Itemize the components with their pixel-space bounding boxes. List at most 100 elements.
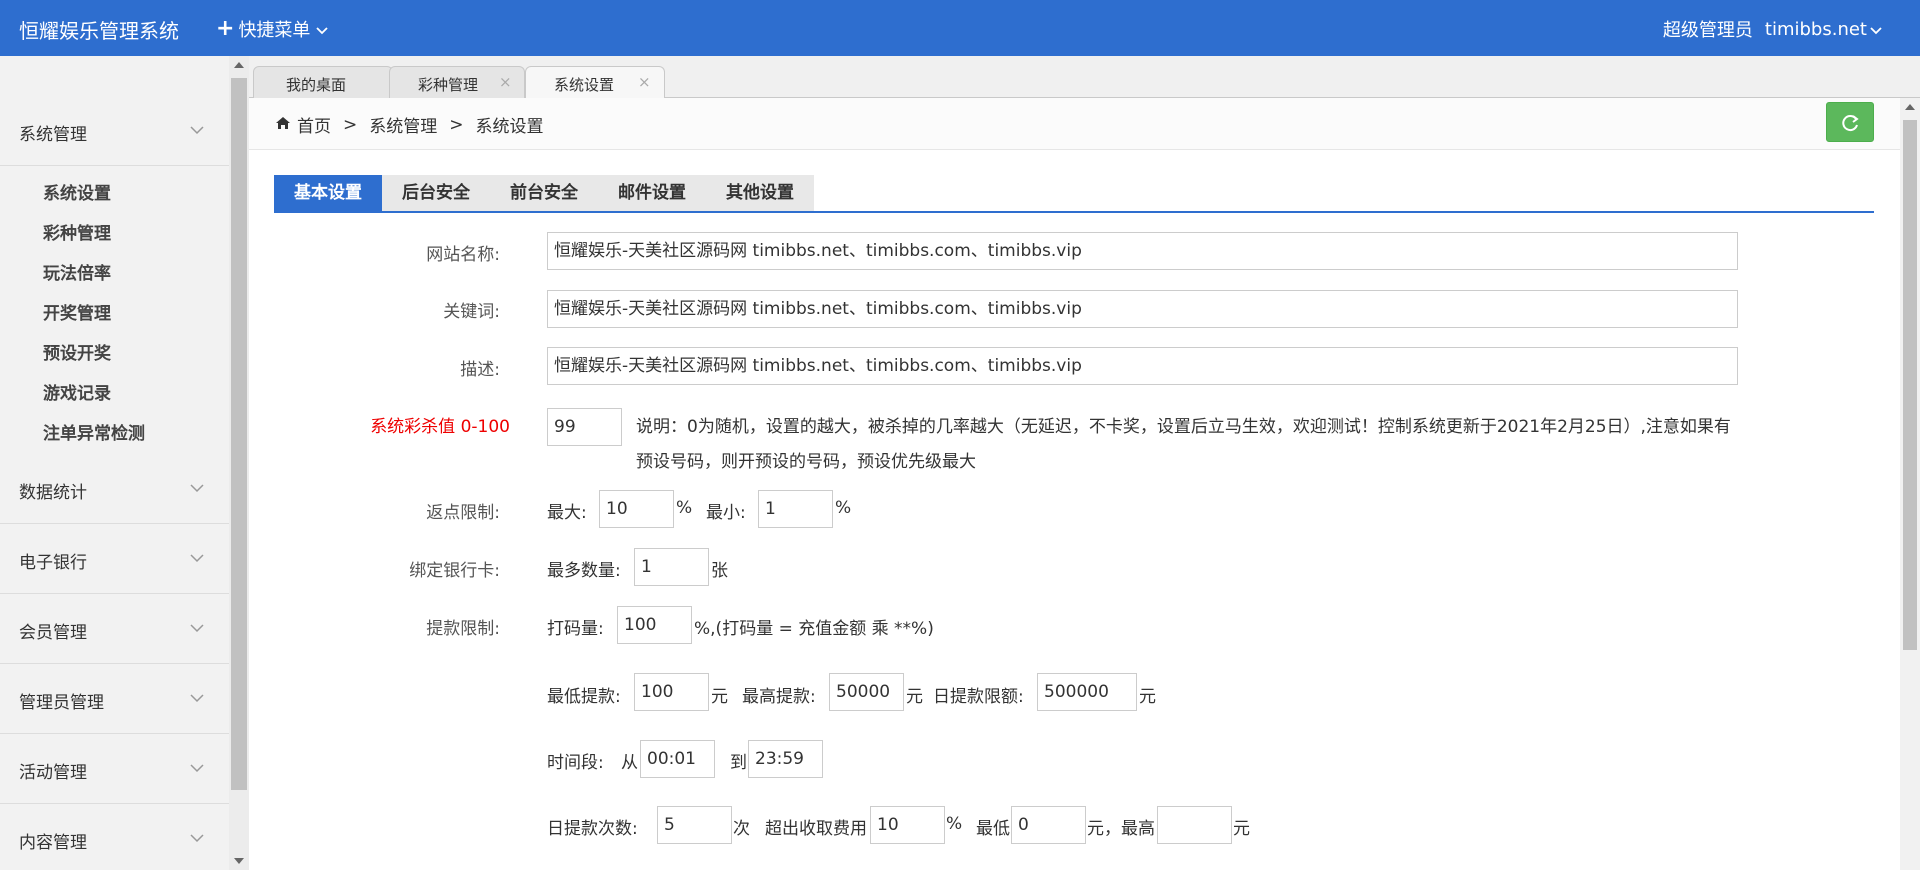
sidebar-group-label: 电子银行 [19,553,87,573]
fee-min-label: 最低 [976,819,1010,839]
tab-frontend-security[interactable]: 前台安全 [490,175,598,211]
scroll-down-icon[interactable] [234,858,244,864]
sidebar-group-ebank[interactable]: 电子银行 [0,524,229,594]
kill-rate-label: 系统彩杀值 0-100 [370,417,510,437]
main-scrollbar[interactable] [1900,98,1920,870]
bank-card-max-label: 最多数量: [547,561,621,581]
quick-menu-label: 快捷菜单 [238,20,311,41]
bank-card-max-input[interactable]: 1 [634,548,709,586]
sidebar-group-label: 系统管理 [19,125,87,145]
time-to-input[interactable]: 23:59 [748,740,823,778]
user-name: timibbs.net [1764,18,1867,40]
sidebar-item-bet-anomaly[interactable]: 注单异常检测 [43,419,145,444]
tab-lottery-management[interactable]: 彩种管理 × [389,66,525,99]
sidebar-item-preset-draw[interactable]: 预设开奖 [43,339,111,364]
daily-limit-input[interactable]: 500000 [1037,673,1137,711]
excess-fee-unit: % [946,814,963,834]
top-header: 恒耀娱乐管理系统 + 快捷菜单 超级管理员 timibbs.net [0,0,1920,56]
keywords-input[interactable]: 恒耀娱乐-天美社区源码网 timibbs.net、timibbs.com、tim… [547,290,1738,328]
rebate-max-label: 最大: [547,503,587,523]
app-title: 恒耀娱乐管理系统 [19,19,179,43]
chevron-down-icon [316,19,329,40]
sidebar-group-activities[interactable]: 活动管理 [0,734,229,804]
fee-max-unit: 元 [1233,819,1250,839]
sidebar-item-draw-management[interactable]: 开奖管理 [43,299,111,324]
time-from-label: 从 [621,753,638,773]
rebate-max-input[interactable]: 10 [599,490,674,528]
site-name-label: 网站名称: [426,245,500,265]
site-name-input[interactable]: 恒耀娱乐-天美社区源码网 timibbs.net、timibbs.com、tim… [547,232,1738,270]
rebate-min-input[interactable]: 1 [758,490,833,528]
time-from-input[interactable]: 00:01 [640,740,715,778]
excess-fee-label: 超出收取费用 [765,819,867,839]
tab-bar: 我的桌面 彩种管理 × 系统设置 × [249,56,1920,100]
tab-label: 彩种管理 [418,76,479,94]
tab-label: 系统设置 [554,76,615,94]
sidebar-group-label: 会员管理 [19,623,87,643]
daily-times-input[interactable]: 5 [657,806,732,844]
close-icon[interactable]: × [499,73,512,91]
tab-basic-settings[interactable]: 基本设置 [274,175,382,211]
min-withdraw-input[interactable]: 100 [634,673,709,711]
fee-min-input[interactable]: 0 [1011,806,1086,844]
bet-volume-note: %,(打码量 = 充值金额 乘 **%) [694,619,934,639]
sidebar-scrollbar[interactable] [229,56,249,870]
time-to-label: 到 [730,753,747,773]
daily-times-label: 日提款次数: [547,819,638,839]
kill-rate-input[interactable]: 99 [547,408,622,446]
sidebar-item-game-records[interactable]: 游戏记录 [43,379,111,404]
tab-mail-settings[interactable]: 邮件设置 [598,175,706,211]
rebate-label: 返点限制: [426,503,500,523]
sidebar-group-statistics[interactable]: 数据统计 [0,454,229,524]
breadcrumb-bar: 首页 > 系统管理 > 系统设置 [249,98,1900,150]
sidebar-item-play-odds[interactable]: 玩法倍率 [43,259,111,284]
refresh-button[interactable] [1826,102,1874,142]
description-input[interactable]: 恒耀娱乐-天美社区源码网 timibbs.net、timibbs.com、tim… [547,347,1738,385]
max-withdraw-unit: 元 [906,687,923,707]
scrollbar-thumb[interactable] [231,78,247,790]
sidebar-group-label: 管理员管理 [19,693,104,713]
chevron-down-icon [190,828,204,848]
breadcrumb-separator: > [343,114,358,135]
daily-limit-label: 日提款限额: [933,687,1024,707]
rebate-min-label: 最小: [706,503,746,523]
home-icon [275,115,291,135]
scroll-up-icon[interactable] [234,62,244,68]
fee-max-input[interactable] [1157,806,1232,844]
breadcrumb: 首页 > 系统管理 > 系统设置 [275,112,544,137]
keywords-label: 关键词: [443,302,500,322]
close-icon[interactable]: × [638,73,651,91]
daily-times-unit: 次 [733,819,750,839]
scrollbar-thumb[interactable] [1903,120,1917,650]
breadcrumb-home[interactable]: 首页 [297,112,331,137]
excess-fee-input[interactable]: 10 [870,806,945,844]
chevron-down-icon [190,618,204,638]
scroll-up-icon[interactable] [1905,104,1915,110]
min-withdraw-label: 最低提款: [547,687,621,707]
sidebar-group-admins[interactable]: 管理员管理 [0,664,229,734]
sidebar-group-members[interactable]: 会员管理 [0,594,229,664]
chevron-down-icon [190,548,204,568]
tab-label: 我的桌面 [286,76,347,94]
min-withdraw-unit: 元 [711,687,728,707]
quick-menu-button[interactable]: + 快捷菜单 [216,16,329,42]
tab-desktop[interactable]: 我的桌面 [253,66,393,99]
plus-icon: + [216,16,235,41]
sidebar-item-system-settings[interactable]: 系统设置 [43,179,111,204]
tab-system-settings[interactable]: 系统设置 × [525,66,665,100]
max-withdraw-label: 最高提款: [742,687,816,707]
tab-backend-security[interactable]: 后台安全 [382,175,490,211]
user-menu[interactable]: 超级管理员 timibbs.net [1663,16,1882,42]
sidebar: 系统管理 系统设置 彩种管理 玩法倍率 开奖管理 预设开奖 游戏记录 注单异常检… [0,56,229,870]
rebate-max-unit: % [676,498,693,518]
bet-volume-input[interactable]: 100 [617,606,692,644]
user-role: 超级管理员 [1662,20,1753,41]
tab-other-settings[interactable]: 其他设置 [706,175,814,211]
max-withdraw-input[interactable]: 50000 [829,673,904,711]
bank-card-unit: 张 [711,561,728,581]
breadcrumb-system-management[interactable]: 系统管理 [369,112,437,137]
sidebar-group-label: 活动管理 [19,763,87,783]
sidebar-group-content[interactable]: 内容管理 [0,804,229,870]
sidebar-group-system[interactable]: 系统管理 [0,96,229,166]
sidebar-item-lottery-management[interactable]: 彩种管理 [43,219,111,244]
